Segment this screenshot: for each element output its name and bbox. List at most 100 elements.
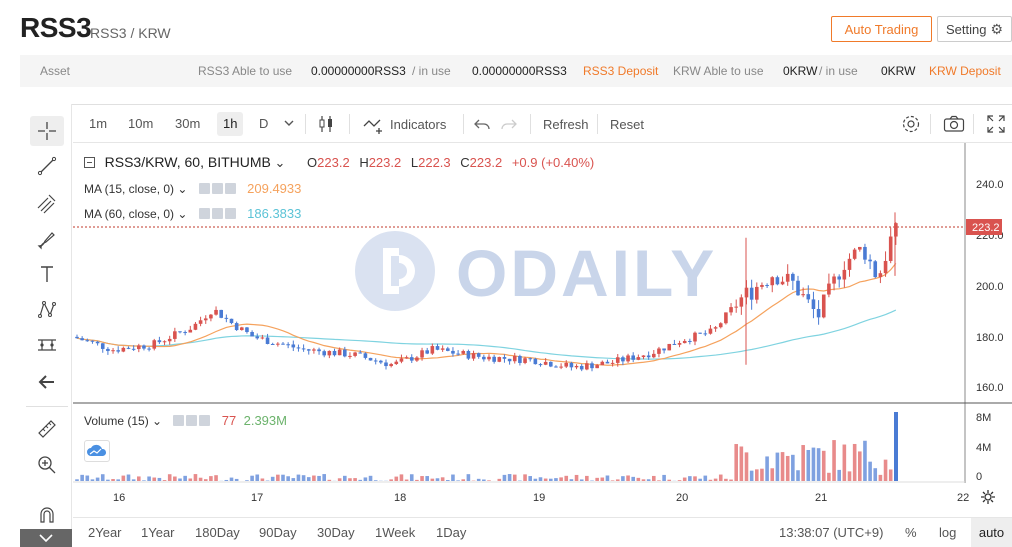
candle-body [476,353,481,357]
indicators-button[interactable]: Indicators [390,117,446,132]
ma15-dropdown-icon[interactable]: ⌄ [177,182,187,196]
timeframe-d[interactable]: D [253,112,274,136]
volume-bar [734,444,738,481]
candle-type-icon[interactable] [317,114,335,137]
gear-icon[interactable] [211,208,223,219]
timeframe-dropdown-icon[interactable] [283,115,295,134]
magnet-icon[interactable] [30,500,64,530]
candle-body [487,356,491,360]
ruler-icon[interactable] [30,414,64,444]
volume-value: 77 [221,413,237,428]
legend-dropdown-icon[interactable]: ⌄ [274,155,285,170]
candle-body [435,346,440,350]
close-icon[interactable] [199,415,211,426]
volume-bar [430,478,435,481]
timeframe-10m[interactable]: 10m [122,112,159,136]
setting-button[interactable]: Setting ⚙ [937,16,1012,42]
volume-bar [152,477,157,481]
symbol-title: RSS3 [20,12,92,43]
range-180day[interactable]: 180Day [195,525,240,540]
volume-bar [873,468,878,481]
gear-icon[interactable] [211,183,223,194]
brush-icon[interactable] [30,224,64,254]
range-30day[interactable]: 30Day [317,525,355,540]
volume-bar [420,476,424,481]
gear-icon: ⚙ [990,20,1004,37]
measure-tool-icon[interactable] [30,330,64,360]
candle-body [188,329,193,333]
krw-deposit-link[interactable]: KRW Deposit [929,64,1001,78]
range-1day[interactable]: 1Day [436,525,466,540]
close-icon[interactable] [224,183,236,194]
redo-icon[interactable] [500,115,518,136]
volume-bar [785,455,790,481]
candle-body [373,360,378,362]
zoom-in-icon[interactable] [30,450,64,480]
eye-icon[interactable] [198,208,210,219]
ma60-dropdown-icon[interactable]: ⌄ [177,207,187,221]
candle-body [533,358,538,365]
collapse-icon[interactable] [84,157,95,168]
undo-icon[interactable] [473,115,491,136]
gear-icon[interactable] [186,415,198,426]
krw-able-value: 0KRW [783,64,818,78]
volume-bar [888,469,893,481]
timeframe-1h[interactable]: 1h [217,112,244,136]
volume-dropdown-icon[interactable]: ⌄ [152,414,162,428]
indicators-icon[interactable] [363,114,385,137]
eye-icon[interactable] [198,183,210,194]
candle-body [90,340,95,342]
volume-bar [157,477,162,481]
range-1week[interactable]: 1Week [375,525,415,540]
volume-bar [538,477,543,481]
volume-bar [507,474,512,481]
volume-bar [636,477,641,481]
candle-body [327,350,332,356]
asset-label: Asset [40,64,71,78]
axis-settings-gear-icon[interactable] [981,490,995,504]
candle-body [301,348,306,350]
fib-tool-icon[interactable] [30,188,64,218]
volume-bar [595,477,599,481]
volume-bar [780,452,785,481]
auto-toggle[interactable]: auto [971,518,1012,547]
trend-line-icon[interactable] [30,151,64,181]
candle-body [214,309,218,315]
text-tool-icon[interactable] [30,259,64,289]
rss3-deposit-link[interactable]: RSS3 Deposit [583,64,658,78]
range-1year[interactable]: 1Year [141,525,175,540]
pattern-tool-icon[interactable] [30,294,64,324]
refresh-button[interactable]: Refresh [543,117,589,132]
reset-button[interactable]: Reset [610,117,644,132]
auto-trading-button[interactable]: Auto Trading [831,16,932,42]
candle-body [579,365,584,370]
eye-icon[interactable] [173,415,185,426]
range-bar: 2Year 1Year 180Day 90Day 30Day 1Week 1Da… [73,517,1012,547]
crosshair-icon[interactable] [30,116,64,146]
candle-body [847,258,852,270]
candle-body [821,294,826,318]
candle-body [615,357,620,363]
range-2year[interactable]: 2Year [88,525,122,540]
volume-bar [337,478,342,481]
price-axis: 240.0 220.0 200.0 180.0 160.0 [976,179,1004,394]
expand-tools-button[interactable] [20,529,72,547]
range-90day[interactable]: 90Day [259,525,297,540]
close-icon[interactable] [224,208,236,219]
log-toggle[interactable]: log [939,525,956,540]
volume-tick: 4M [976,442,991,454]
fullscreen-icon[interactable] [987,115,1005,136]
candle-body [286,344,290,346]
timeframe-30m[interactable]: 30m [169,112,206,136]
timeframe-1m[interactable]: 1m [83,112,113,136]
chart-settings-gear-icon[interactable] [901,114,921,137]
volume-legend: Volume (15) ⌄ 77 2.393M [84,413,287,428]
toolbar-divider [349,114,350,134]
cloud-icon[interactable] [84,440,110,462]
back-arrow-icon[interactable] [30,367,64,397]
price-chart[interactable]: ODAILY 240.0 220.0 200.0 180.0 160.0 223… [73,143,1012,517]
percent-toggle[interactable]: % [905,525,917,540]
camera-icon[interactable] [943,115,965,136]
candle-body [111,350,115,352]
volume-bar [549,478,553,481]
